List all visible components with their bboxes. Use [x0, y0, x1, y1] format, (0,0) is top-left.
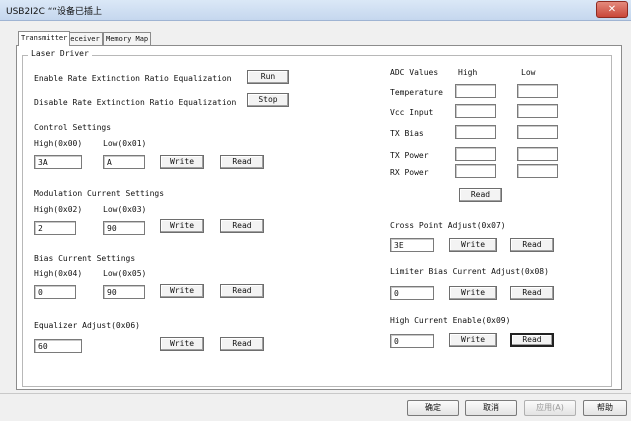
- cross-point-read-button[interactable]: Read: [510, 238, 554, 252]
- bias-read-button[interactable]: Read: [220, 284, 264, 298]
- equalizer-write-button[interactable]: Write: [160, 337, 204, 351]
- adc-row-label: Temperature: [390, 88, 443, 97]
- adc-row-label: RX Power: [390, 168, 429, 177]
- cross-point-label: Cross Point Adjust(0x07): [390, 221, 506, 230]
- limiter-read-button[interactable]: Read: [510, 286, 554, 300]
- control-low-input[interactable]: A: [103, 155, 145, 169]
- equalizer-read-button[interactable]: Read: [220, 337, 264, 351]
- modulation-low-input[interactable]: 90: [103, 221, 145, 235]
- close-icon: ✕: [607, 4, 617, 15]
- tx-bias-low-field: [517, 125, 558, 139]
- adc-row-label: Vcc Input: [390, 108, 434, 117]
- modulation-high-input[interactable]: 2: [34, 221, 76, 235]
- bottom-separator: [0, 393, 631, 394]
- adc-values-label: ADC Values: [390, 68, 439, 77]
- high-current-label: High Current Enable(0x09): [390, 316, 511, 325]
- limiter-input[interactable]: 0: [390, 286, 434, 300]
- adc-read-button[interactable]: Read: [459, 188, 502, 202]
- equalizer-title: Equalizer Adjust(0x06): [34, 321, 140, 330]
- tab-transmitter[interactable]: Transmitter: [18, 31, 71, 46]
- bias-high-input[interactable]: 0: [34, 285, 76, 299]
- enable-label: Enable Rate Extinction Ratio Equalizatio…: [34, 74, 232, 83]
- modulation-title: Modulation Current Settings: [34, 189, 165, 198]
- control-write-button[interactable]: Write: [160, 155, 204, 169]
- adc-high-header: High: [458, 68, 478, 77]
- bias-low-label: Low(0x05): [103, 269, 147, 278]
- adc-row-label: TX Bias: [390, 129, 424, 138]
- bias-write-button[interactable]: Write: [160, 284, 204, 298]
- adc-low-header: Low: [521, 68, 536, 77]
- help-button[interactable]: 帮助: [583, 400, 627, 416]
- adc-row-label: TX Power: [390, 151, 429, 160]
- vcc-high-field: [455, 104, 496, 118]
- bias-high-label: High(0x04): [34, 269, 83, 278]
- limiter-label: Limiter Bias Current Adjust(0x08): [390, 267, 549, 276]
- modulation-write-button[interactable]: Write: [160, 219, 204, 233]
- equalizer-input[interactable]: 60: [34, 339, 82, 353]
- tab-memory-map[interactable]: Memory Map: [103, 32, 152, 46]
- cross-point-input[interactable]: 3E: [390, 238, 434, 252]
- cross-point-write-button[interactable]: Write: [449, 238, 497, 252]
- bias-title: Bias Current Settings: [34, 254, 136, 263]
- high-current-input[interactable]: 0: [390, 334, 434, 348]
- control-low-label: Low(0x01): [103, 139, 147, 148]
- tx-power-high-field: [455, 147, 496, 161]
- control-high-input[interactable]: 3A: [34, 155, 82, 169]
- high-current-write-button[interactable]: Write: [449, 333, 497, 347]
- disable-label: Disable Rate Extinction Ratio Equalizati…: [34, 98, 237, 107]
- rx-power-high-field: [455, 164, 496, 178]
- window-title: USB2I2C ““设备已插上: [6, 7, 103, 17]
- vcc-low-field: [517, 104, 558, 118]
- tx-power-low-field: [517, 147, 558, 161]
- title-bar: USB2I2C ““设备已插上 ✕: [0, 0, 631, 21]
- control-high-label: High(0x00): [34, 139, 83, 148]
- limiter-write-button[interactable]: Write: [449, 286, 497, 300]
- high-current-read-button[interactable]: Read: [510, 333, 554, 347]
- modulation-low-label: Low(0x03): [103, 205, 147, 214]
- temperature-low-field: [517, 84, 558, 98]
- rx-power-low-field: [517, 164, 558, 178]
- cancel-button[interactable]: 取消: [465, 400, 517, 416]
- tx-bias-high-field: [455, 125, 496, 139]
- close-button[interactable]: ✕: [596, 1, 628, 18]
- stop-button[interactable]: Stop: [247, 93, 289, 107]
- control-read-button[interactable]: Read: [220, 155, 264, 169]
- modulation-high-label: High(0x02): [34, 205, 83, 214]
- group-label: Laser Driver: [28, 49, 92, 58]
- bias-low-input[interactable]: 90: [103, 285, 145, 299]
- run-button[interactable]: Run: [247, 70, 289, 84]
- apply-button[interactable]: 应用(A): [524, 400, 576, 416]
- control-settings-title: Control Settings: [34, 123, 112, 132]
- temperature-high-field: [455, 84, 496, 98]
- ok-button[interactable]: 确定: [407, 400, 459, 416]
- modulation-read-button[interactable]: Read: [220, 219, 264, 233]
